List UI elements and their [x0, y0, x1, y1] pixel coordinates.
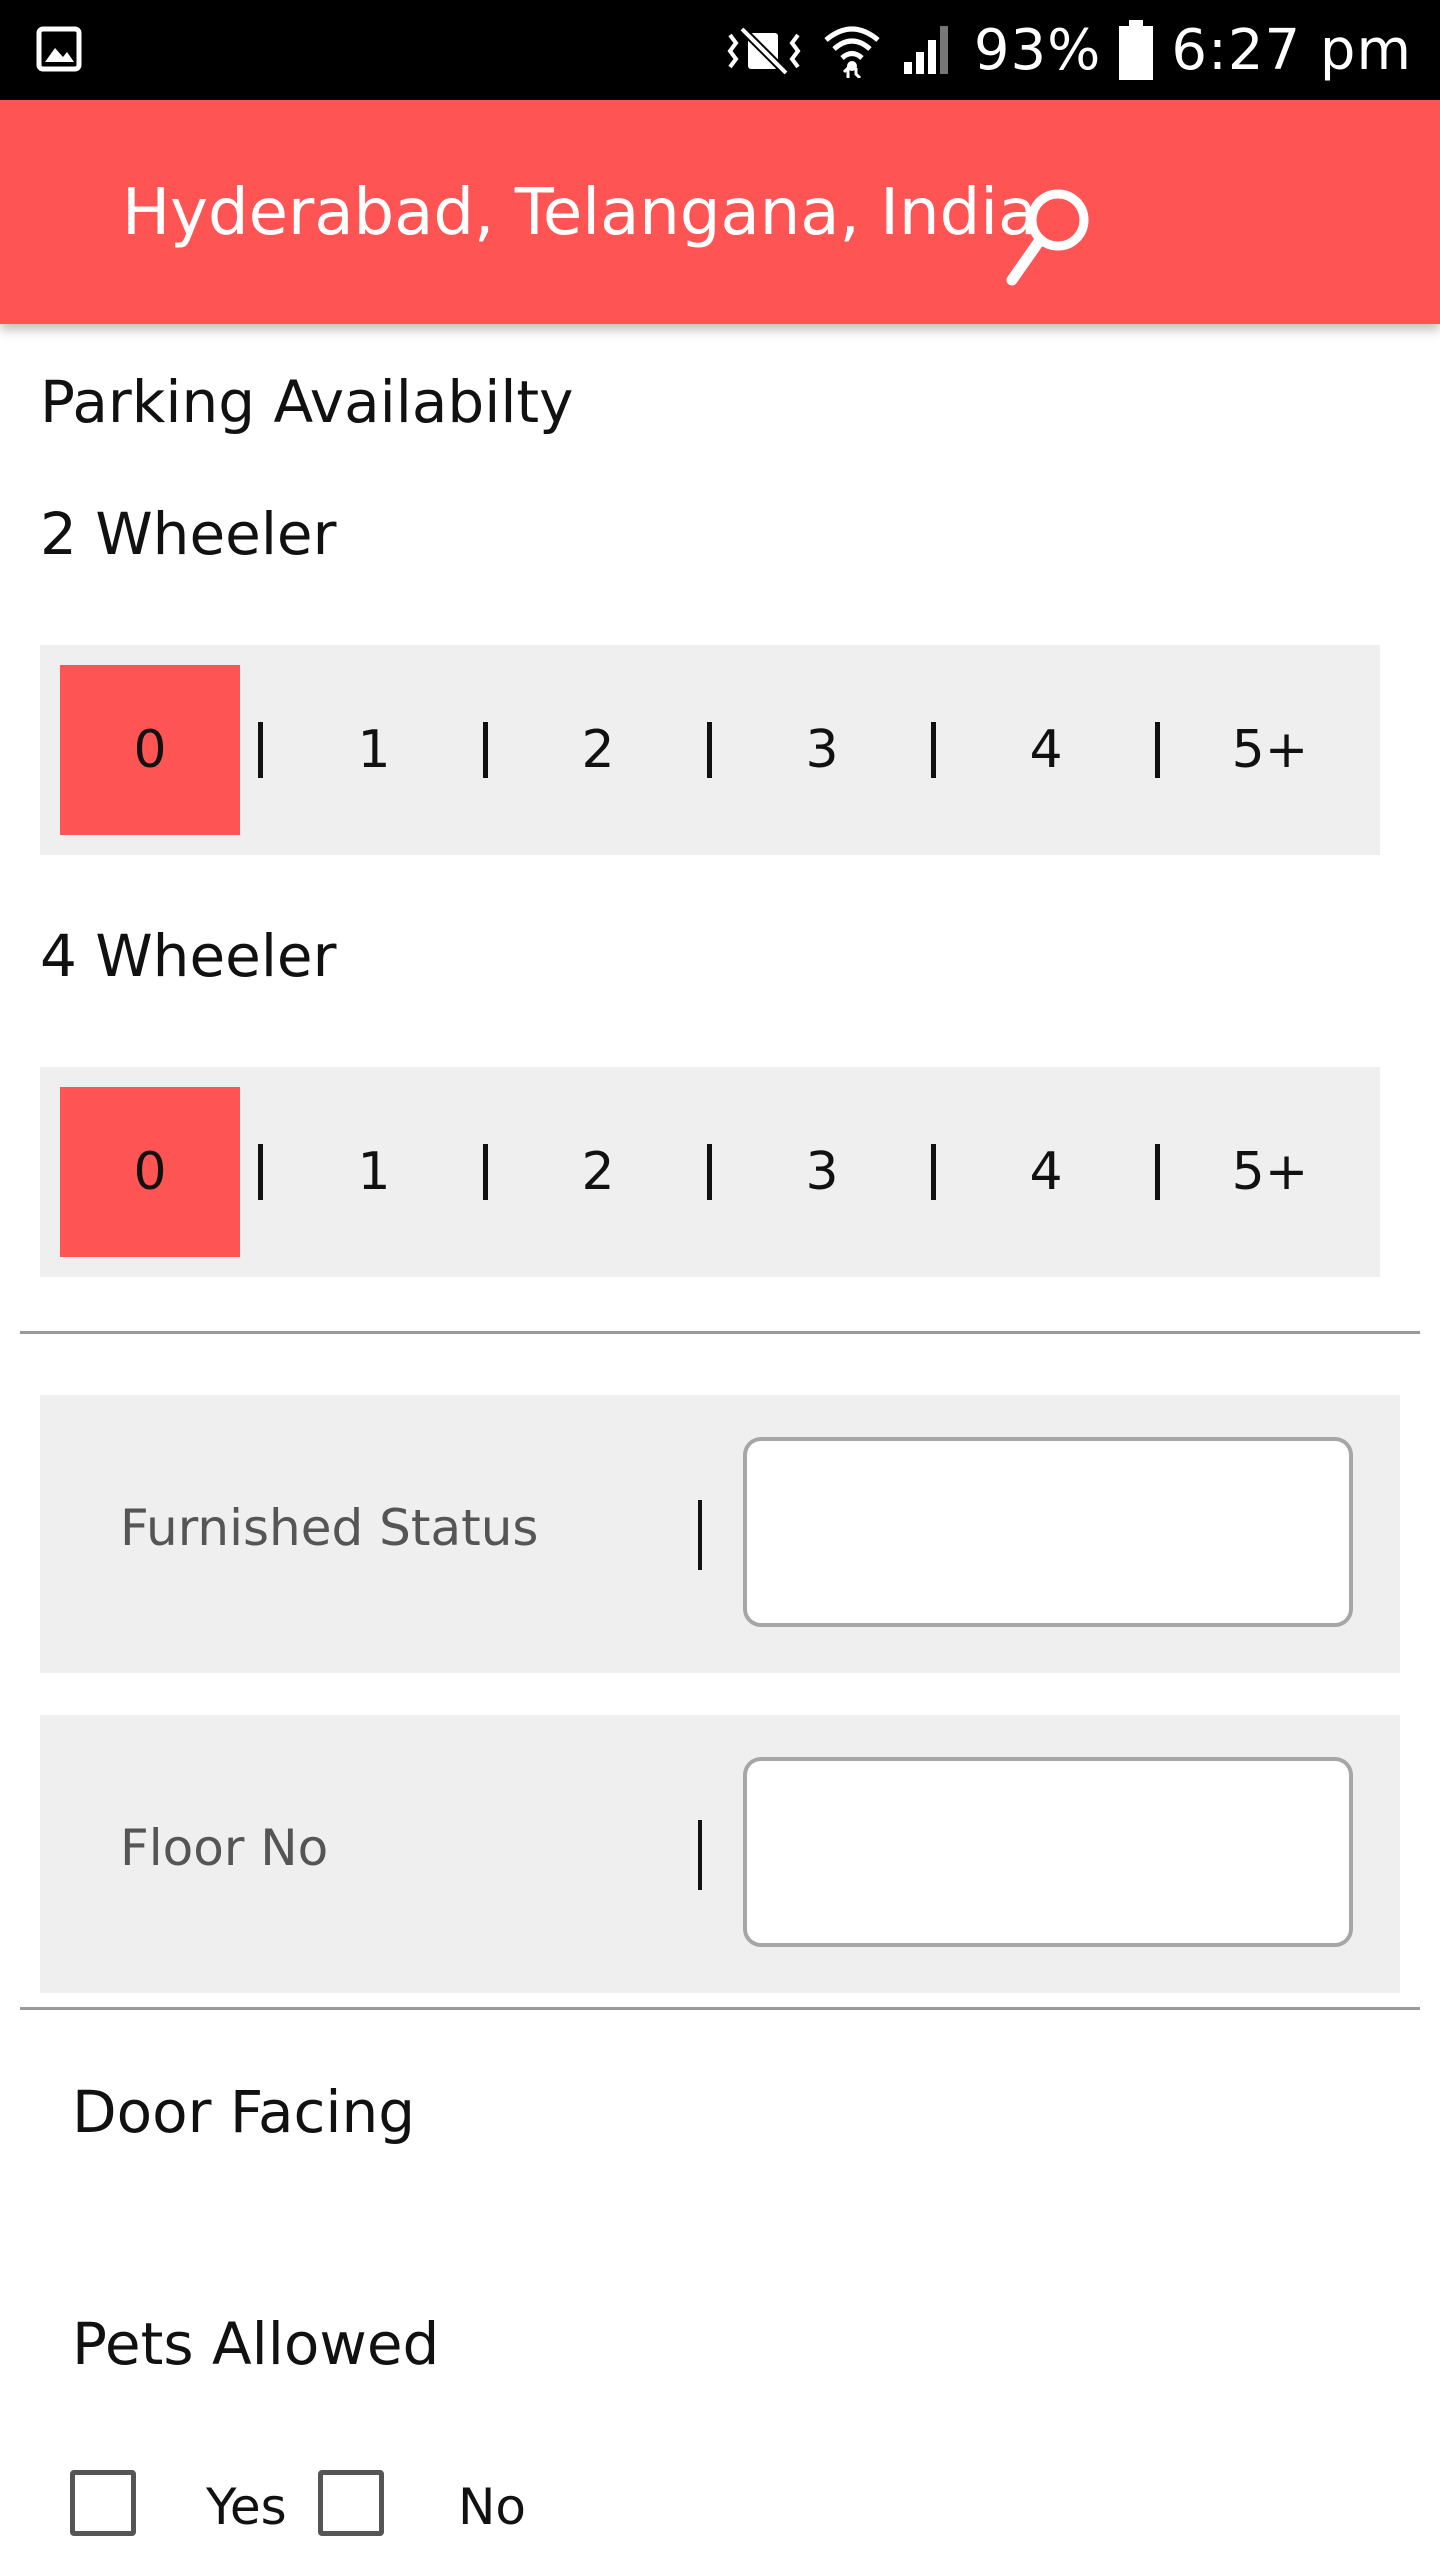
- field-separator: [698, 1820, 702, 1890]
- two-wheeler-option-0[interactable]: 0: [60, 665, 240, 835]
- option-separator: [707, 722, 712, 778]
- two-wheeler-option-2[interactable]: 2: [508, 665, 688, 835]
- four-wheeler-option-1[interactable]: 1: [284, 1087, 464, 1257]
- signal-icon: [900, 22, 956, 78]
- pets-no-label[interactable]: No: [458, 2478, 526, 2536]
- status-right-group: 93% 6:27 pm: [724, 0, 1412, 100]
- floor-no-row: Floor No: [40, 1715, 1400, 1993]
- section-divider: [20, 1331, 1420, 1334]
- option-separator: [1155, 1144, 1160, 1200]
- floor-no-label: Floor No: [120, 1819, 329, 1877]
- option-separator: [1155, 722, 1160, 778]
- search-icon[interactable]: [1000, 180, 1100, 290]
- app-bar: Hyderabad, Telangana, India: [0, 100, 1440, 324]
- clock: 6:27 pm: [1171, 17, 1412, 83]
- section-divider: [20, 2007, 1420, 2010]
- door-facing-title: Door Facing: [72, 2078, 416, 2146]
- vibrate-mute-icon: [724, 25, 804, 75]
- floor-no-input[interactable]: [743, 1757, 1353, 1947]
- option-separator: [931, 722, 936, 778]
- two-wheeler-label: 2 Wheeler: [40, 500, 337, 568]
- battery-icon: [1119, 20, 1154, 80]
- furnished-status-input[interactable]: [743, 1437, 1353, 1627]
- two-wheeler-option-1[interactable]: 1: [284, 665, 464, 835]
- four-wheeler-label: 4 Wheeler: [40, 922, 337, 990]
- battery-percent: 93%: [973, 17, 1102, 83]
- two-wheeler-selector: 0 1 2 3 4 5+: [40, 645, 1380, 855]
- furnished-status-label: Furnished Status: [120, 1499, 539, 1557]
- pets-no-checkbox[interactable]: [318, 2470, 384, 2536]
- option-separator: [483, 722, 488, 778]
- option-separator: [483, 1144, 488, 1200]
- four-wheeler-option-4[interactable]: 4: [956, 1087, 1136, 1257]
- location-title[interactable]: Hyderabad, Telangana, India: [122, 176, 1037, 250]
- status-bar: 93% 6:27 pm: [0, 0, 1440, 100]
- option-separator: [258, 1144, 263, 1200]
- four-wheeler-option-2[interactable]: 2: [508, 1087, 688, 1257]
- wifi-icon: [822, 22, 882, 78]
- parking-availability-title: Parking Availabilty: [40, 368, 574, 436]
- gallery-icon: [36, 26, 82, 72]
- furnished-status-row: Furnished Status: [40, 1395, 1400, 1673]
- option-separator: [931, 1144, 936, 1200]
- option-separator: [707, 1144, 712, 1200]
- two-wheeler-option-5plus[interactable]: 5+: [1180, 665, 1360, 835]
- option-separator: [258, 722, 263, 778]
- pets-yes-checkbox[interactable]: [70, 2470, 136, 2536]
- pets-allowed-title: Pets Allowed: [72, 2310, 440, 2378]
- two-wheeler-option-3[interactable]: 3: [732, 665, 912, 835]
- two-wheeler-option-4[interactable]: 4: [956, 665, 1136, 835]
- field-separator: [698, 1500, 702, 1570]
- four-wheeler-option-5plus[interactable]: 5+: [1180, 1087, 1360, 1257]
- four-wheeler-option-0[interactable]: 0: [60, 1087, 240, 1257]
- four-wheeler-option-3[interactable]: 3: [732, 1087, 912, 1257]
- pets-yes-label[interactable]: Yes: [206, 2478, 287, 2536]
- four-wheeler-selector: 0 1 2 3 4 5+: [40, 1067, 1380, 1277]
